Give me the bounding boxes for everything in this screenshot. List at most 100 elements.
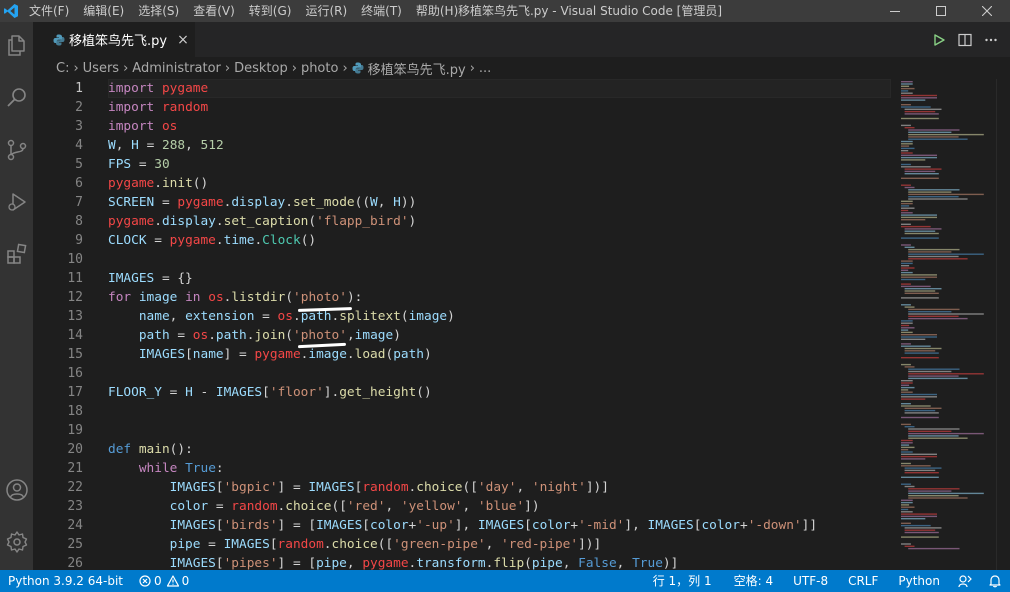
encoding[interactable]: UTF-8 [785,570,840,592]
cursor-position[interactable]: 行 1，列 1 [645,570,726,592]
search-button[interactable] [0,78,33,118]
minimap-line [908,131,952,133]
language-mode[interactable]: Python [890,570,950,592]
minimap-line [904,467,942,469]
indentation[interactable]: 空格: 4 [726,570,786,592]
extensions-button[interactable] [0,234,33,274]
code-line[interactable]: 25 pipe = IMAGES[random.choice(['green-p… [33,535,891,554]
code-line[interactable]: 14 path = os.path.join('photo',image) [33,326,891,345]
code-line[interactable]: 1 import pygame [33,79,891,98]
code-line[interactable]: 9 CLOCK = pygame.time.Clock() [33,231,891,250]
menu-terminal[interactable]: 终端(T) [354,0,409,22]
minimap-line [904,545,915,547]
code-line[interactable]: 19 [33,421,891,440]
menu-help[interactable]: 帮助(H) [409,0,465,22]
minimap-line [901,524,931,527]
more-actions-button[interactable] [978,27,1004,53]
line-number: 24 [67,518,83,533]
minimap-line [901,140,913,143]
code-line[interactable]: 7 SCREEN = pygame.display.set_mode((W, H)… [33,193,891,212]
minimap-line [901,384,910,386]
code-line[interactable]: 10 [33,250,891,269]
minimap-line [901,329,909,331]
breadcrumb-users[interactable]: Users [83,61,119,76]
minimize-button[interactable] [872,0,918,22]
source-control-button[interactable] [0,130,33,170]
code-line[interactable]: 5 FPS = 30 [33,155,891,174]
notifications-button[interactable] [980,574,1010,588]
code-line[interactable]: 3 import os [33,117,891,136]
breadcrumb-drive[interactable]: C: [56,61,69,76]
minimap-line [904,173,939,175]
tab-close-icon[interactable]: × [177,32,189,48]
menu-run[interactable]: 运行(R) [298,0,354,22]
code-line[interactable]: 8 pygame.display.set_caption('flapp_bird'… [33,212,891,231]
code-line[interactable]: 11 IMAGES = {} [33,269,891,288]
maximize-button[interactable] [918,0,964,22]
code-line[interactable]: 4 W, H = 288, 512 [33,136,891,155]
maximize-icon [936,6,946,16]
minimap-line [901,274,937,276]
code-editor[interactable]: 1 import pygame 2 import random 3 import os 4 W… [33,79,1010,570]
minimap[interactable] [898,79,998,570]
minimap-line [901,106,931,108]
minimap-line [908,136,959,138]
python-file-icon [352,62,364,74]
line-text: for image in os.listdir('photo'): [108,290,363,305]
code-line[interactable]: 16 [33,364,891,383]
tabs-bar: 移植笨鸟先飞.py × [33,22,1010,57]
code-line[interactable]: 6 pygame.init() [33,174,891,193]
code-line[interactable]: 17 FLOOR_Y = H - IMAGES['floor'].get_heig… [33,383,891,402]
editor-actions [926,22,1004,57]
code-line[interactable]: 15 IMAGES[name] = pygame.image.load(path… [33,345,891,364]
code-line[interactable]: 20 def main(): [33,440,891,459]
minimap-line [901,83,913,85]
minimap-line [904,472,939,474]
code-line[interactable]: 23 color = random.choice(['red', 'yellow… [33,497,891,516]
feedback-button[interactable] [950,574,980,588]
extensions-icon [6,243,26,264]
menu-file[interactable]: 文件(F) [22,0,76,22]
accounts-button[interactable] [0,470,33,510]
explorer-button[interactable] [0,26,33,66]
vertical-scrollbar[interactable] [996,79,1010,570]
breadcrumb-photo[interactable]: photo [301,61,339,76]
code-line[interactable]: 13 name, extension = os.path.splitext(im… [33,307,891,326]
breadcrumb-file[interactable]: 移植笨鸟先飞.py [368,59,466,78]
minimap-line [908,435,959,437]
minimap-line [901,513,937,515]
minimap-line [901,343,911,345]
minimap-line [901,327,915,329]
close-window-button[interactable] [964,0,1010,22]
end-of-line[interactable]: CRLF [840,570,890,592]
code-line[interactable]: 12 for image in os.listdir('photo'): [33,288,891,307]
breadcrumb-separator: › [291,60,297,76]
run-python-file-button[interactable] [926,27,952,53]
code-line[interactable]: 24 IMAGES['birds'] = [IMAGES[color+'-up'… [33,516,891,535]
menu-selection[interactable]: 选择(S) [131,0,186,22]
breadcrumb-symbols[interactable]: ... [479,61,491,76]
code-line[interactable]: 26 IMAGES['pipes'] = [pipe, pygame.trans… [33,554,891,570]
menu-edit[interactable]: 编辑(E) [76,0,131,22]
line-text: IMAGES['pipes'] = [pipe, pygame.transfor… [169,556,679,570]
problems-indicator[interactable]: 0 0 [131,570,197,592]
minimap-line [901,380,913,382]
menu-go[interactable]: 转到(G) [242,0,299,22]
code-line[interactable]: 21 while True: [33,459,891,478]
tab-main-file[interactable]: 移植笨鸟先飞.py × [33,22,195,57]
source-control-icon [7,139,26,161]
split-editor-button[interactable] [952,27,978,53]
run-debug-button[interactable] [0,182,33,222]
code-line[interactable]: 2 import random [33,98,891,117]
python-interpreter[interactable]: Python 3.9.2 64-bit [0,570,131,592]
code-line[interactable]: 22 IMAGES['bgpic'] = IMAGES[random.choic… [33,478,891,497]
manage-button[interactable] [0,522,33,562]
breadcrumb-desktop[interactable]: Desktop [234,61,288,76]
line-number: 16 [67,366,83,381]
minimap-line [904,292,939,294]
minimap-line [904,347,942,350]
minimap-line [904,232,939,235]
code-line[interactable]: 18 [33,402,891,421]
menu-view[interactable]: 查看(V) [186,0,242,22]
breadcrumb-administrator[interactable]: Administrator [132,61,221,76]
